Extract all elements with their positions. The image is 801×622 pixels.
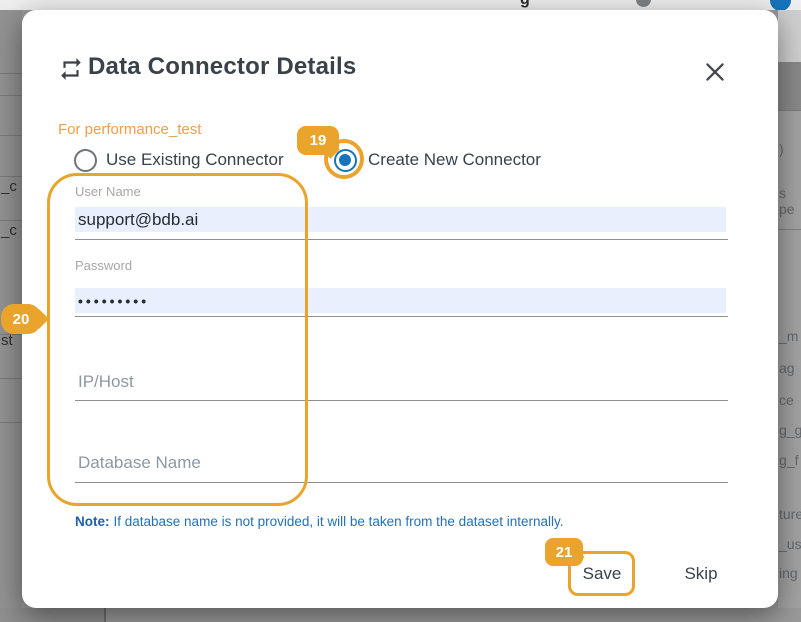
bg-panel	[105, 608, 801, 622]
bg-divider	[778, 229, 801, 230]
background-gray-dot-icon	[636, 0, 651, 7]
background-text-fragment: ing	[779, 565, 798, 581]
screen: g _c _c st ) s pe _m ag ce g_g g_f ture …	[0, 0, 801, 622]
note-prefix: Note:	[75, 514, 110, 529]
background-text-fragment: _us	[779, 536, 801, 552]
radio-label-use-existing: Use Existing Connector	[106, 150, 284, 170]
bg-divider	[0, 135, 22, 136]
bg-divider	[778, 110, 801, 111]
bg-divider	[0, 422, 22, 423]
skip-button[interactable]: Skip	[674, 556, 728, 592]
password-input[interactable]	[75, 288, 726, 313]
bg-panel	[778, 10, 801, 62]
bg-divider	[0, 176, 22, 177]
radio-create-new-connector[interactable]	[334, 149, 357, 172]
radio-label-create-new: Create New Connector	[368, 150, 541, 170]
password-label: Password	[75, 258, 132, 273]
ip-host-underline	[75, 400, 728, 401]
background-text-fragment: ce	[779, 392, 794, 408]
dataset-context-label: For performance_test	[58, 121, 201, 138]
background-page-header: g	[0, 0, 801, 10]
username-label: User Name	[75, 184, 141, 199]
radio-selected-dot	[339, 154, 351, 166]
background-text-fragment: ag	[779, 360, 795, 376]
background-blue-dot-icon	[770, 0, 791, 10]
background-text-fragment: )	[779, 141, 784, 157]
background-text-fragment: ture	[779, 506, 801, 522]
background-text-fragment: _c	[1, 222, 17, 239]
bg-divider	[0, 378, 22, 379]
background-text-fragment: g_f	[779, 452, 798, 468]
ip-host-input[interactable]	[75, 368, 726, 396]
dialog-title: Data Connector Details	[88, 53, 356, 81]
bg-panel	[778, 62, 801, 110]
database-name-input[interactable]	[75, 449, 726, 477]
bg-divider	[0, 73, 22, 74]
background-bottom-edge	[0, 608, 801, 622]
database-name-underline	[75, 482, 728, 483]
background-text-fragment: _m	[779, 328, 798, 344]
password-underline	[75, 316, 728, 317]
background-text-fragment: _c	[1, 178, 17, 195]
save-button[interactable]: Save	[573, 556, 631, 592]
background-text-fragment: s pe	[779, 185, 801, 217]
swap-connector-icon	[58, 56, 84, 82]
close-icon[interactable]	[699, 56, 731, 88]
username-underline	[75, 239, 728, 240]
bg-divider	[0, 95, 22, 96]
username-input[interactable]	[75, 207, 726, 232]
note-text: Note: If database name is not provided, i…	[75, 514, 564, 529]
bg-divider	[104, 608, 106, 622]
background-text-fragment: st	[1, 332, 13, 349]
note-body: If database name is not provided, it wil…	[114, 514, 564, 529]
background-right-edge: ) s pe _m ag ce g_g g_f ture _us ing	[778, 10, 801, 608]
background-left-edge: _c _c st	[0, 10, 22, 608]
background-text-fragment: g	[520, 0, 530, 9]
background-text-fragment: g_g	[779, 422, 801, 438]
radio-use-existing-connector[interactable]	[74, 149, 97, 172]
bg-divider	[0, 220, 22, 221]
